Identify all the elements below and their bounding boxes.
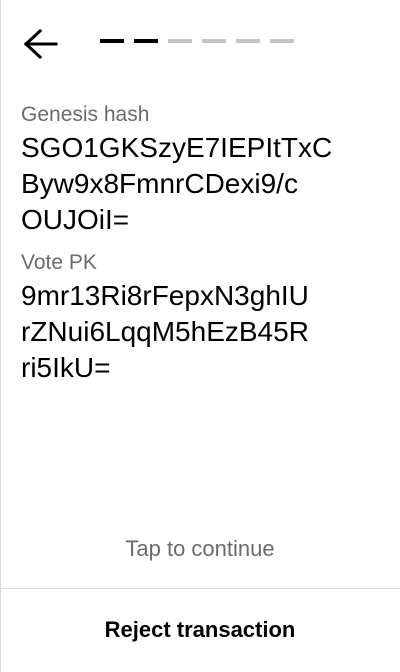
progress-segment: [236, 39, 260, 43]
genesis-hash-value: SGO1GKSzyE7IEPItTxC Byw9x8FmnrCDexi9/c O…: [21, 130, 386, 238]
back-button[interactable]: [22, 28, 62, 60]
genesis-hash-line: OUJOiI=: [21, 204, 130, 235]
vote-pk-line: ri5IkU=: [21, 352, 111, 383]
step-progress-indicator: [100, 39, 294, 43]
vote-pk-line: 9mr13Ri8rFepxN3ghIU: [21, 280, 309, 311]
progress-segment: [168, 39, 192, 43]
progress-segment: [134, 39, 158, 43]
reject-transaction-button[interactable]: Reject transaction: [0, 600, 400, 660]
vote-pk-label: Vote PK: [21, 251, 97, 274]
left-edge-border: [0, 0, 1, 672]
tap-to-continue[interactable]: Tap to continue: [0, 536, 400, 562]
footer-divider: [0, 588, 400, 589]
vote-pk-value: 9mr13Ri8rFepxN3ghIU rZNui6LqqM5hEzB45R r…: [21, 278, 386, 386]
arrow-left-icon: [22, 28, 62, 60]
progress-segment: [202, 39, 226, 43]
genesis-hash-line: SGO1GKSzyE7IEPItTxC: [21, 132, 333, 163]
transaction-details: Genesis hash SGO1GKSzyE7IEPItTxC Byw9x8F…: [21, 100, 386, 396]
progress-segment: [270, 39, 294, 43]
vote-pk-line: rZNui6LqqM5hEzB45R: [21, 316, 309, 347]
progress-segment: [100, 39, 124, 43]
genesis-hash-line: Byw9x8FmnrCDexi9/c: [21, 168, 298, 199]
genesis-hash-label: Genesis hash: [21, 103, 150, 126]
